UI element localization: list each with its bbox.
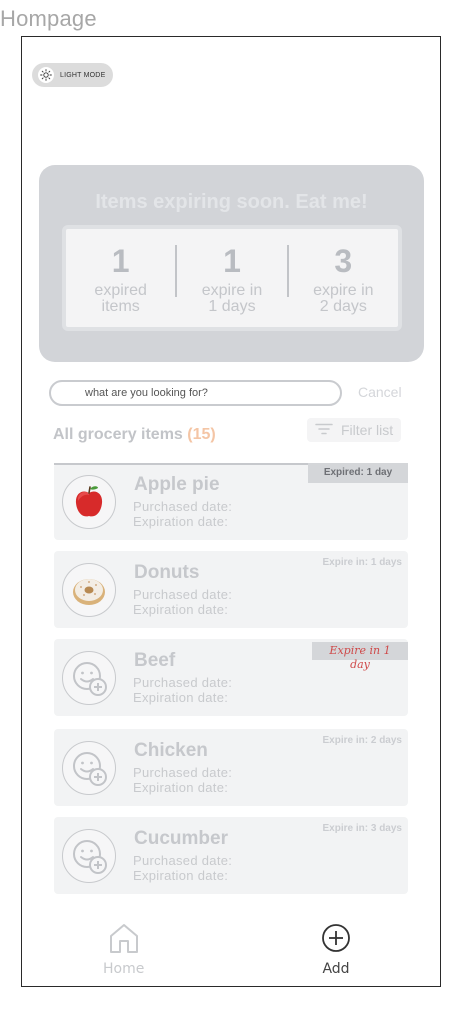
nav-home-label: Home	[103, 961, 145, 977]
filter-list-button[interactable]: Filter list	[307, 418, 402, 442]
stat-expire-2-days[interactable]: 3 expire in 2 days	[289, 229, 398, 327]
face-add-icon	[62, 829, 116, 883]
add-circle-icon	[320, 922, 352, 959]
list-item-cucumber[interactable]: Cucumber Purchased date: Expiration date…	[54, 817, 408, 894]
sun-icon	[38, 67, 54, 83]
item-name: Apple pie	[134, 474, 220, 495]
phone-frame: LIGHT MODE Items expiring soon. Eat me! …	[21, 36, 441, 987]
cancel-button[interactable]: Cancel	[358, 384, 402, 400]
item-dates: Purchased date: Expiration date:	[133, 853, 233, 883]
expiry-badge: Expire in: 1 days	[322, 557, 402, 568]
item-dates: Purchased date: Expiration date:	[133, 765, 233, 795]
expiry-badge: Expire in: 3 days	[322, 823, 402, 834]
home-icon	[107, 922, 141, 959]
stat-expired[interactable]: 1 expired items	[66, 229, 175, 327]
face-add-icon	[62, 741, 116, 795]
list-count: (15)	[187, 426, 216, 443]
stat-label: expire in 1 days	[201, 282, 263, 315]
filter-icon	[315, 422, 333, 438]
item-top-line	[54, 463, 312, 465]
nav-add-label: Add	[322, 961, 350, 977]
item-dates: Purchased date: Expiration date:	[133, 587, 233, 617]
stat-value: 1	[111, 243, 130, 279]
stat-expire-1-day[interactable]: 1 expire in 1 days	[177, 229, 286, 327]
nav-home[interactable]: Home	[103, 922, 144, 977]
stat-label: expired items	[94, 282, 147, 315]
page-label: Hompage	[0, 6, 97, 31]
light-mode-label: LIGHT MODE	[60, 71, 106, 79]
item-dates: Purchased date: Expiration date:	[133, 499, 233, 529]
list-item-donuts[interactable]: Donuts Purchased date: Expiration date: …	[54, 551, 408, 628]
expiry-badge: Expire in: 2 days	[322, 735, 402, 746]
list-item-chicken[interactable]: Chicken Purchased date: Expiration date:…	[54, 729, 408, 806]
face-add-icon	[62, 651, 116, 705]
item-name: Cucumber	[134, 828, 228, 849]
nav-add[interactable]: Add	[320, 922, 352, 977]
list-header: All grocery items (15)	[53, 426, 216, 444]
summary-title: Items expiring soon. Eat me!	[95, 191, 368, 213]
stat-label: expire in 2 days	[313, 282, 374, 315]
expiring-summary-card: Items expiring soon. Eat me! 1 expired it…	[39, 165, 424, 362]
stat-value: 3	[334, 243, 353, 279]
list-item-beef[interactable]: Beef Purchased date: Expiration date: Ex…	[54, 639, 408, 716]
search-row: Cancel	[49, 380, 409, 406]
filter-label: Filter list	[341, 422, 394, 438]
list-item-apple-pie[interactable]: Apple pie Purchased date: Expiration dat…	[54, 463, 408, 540]
stats-box: 1 expired items 1 expire in 1 days 3 expir…	[62, 225, 402, 331]
expiry-badge: Expire in 1 day	[312, 642, 408, 671]
expiry-badge: Expired: 1 day	[308, 463, 408, 483]
item-dates: Purchased date: Expiration date:	[133, 675, 233, 705]
item-name: Beef	[134, 650, 176, 671]
light-mode-toggle[interactable]: LIGHT MODE	[32, 63, 114, 87]
donut-icon	[62, 563, 116, 617]
list-title: All grocery items	[53, 426, 183, 443]
item-name: Chicken	[134, 740, 208, 761]
stat-value: 1	[223, 243, 241, 279]
item-name: Donuts	[134, 562, 200, 583]
bottom-nav: Home Add	[22, 906, 440, 986]
search-input[interactable]	[49, 380, 342, 406]
apple-icon	[62, 475, 116, 529]
